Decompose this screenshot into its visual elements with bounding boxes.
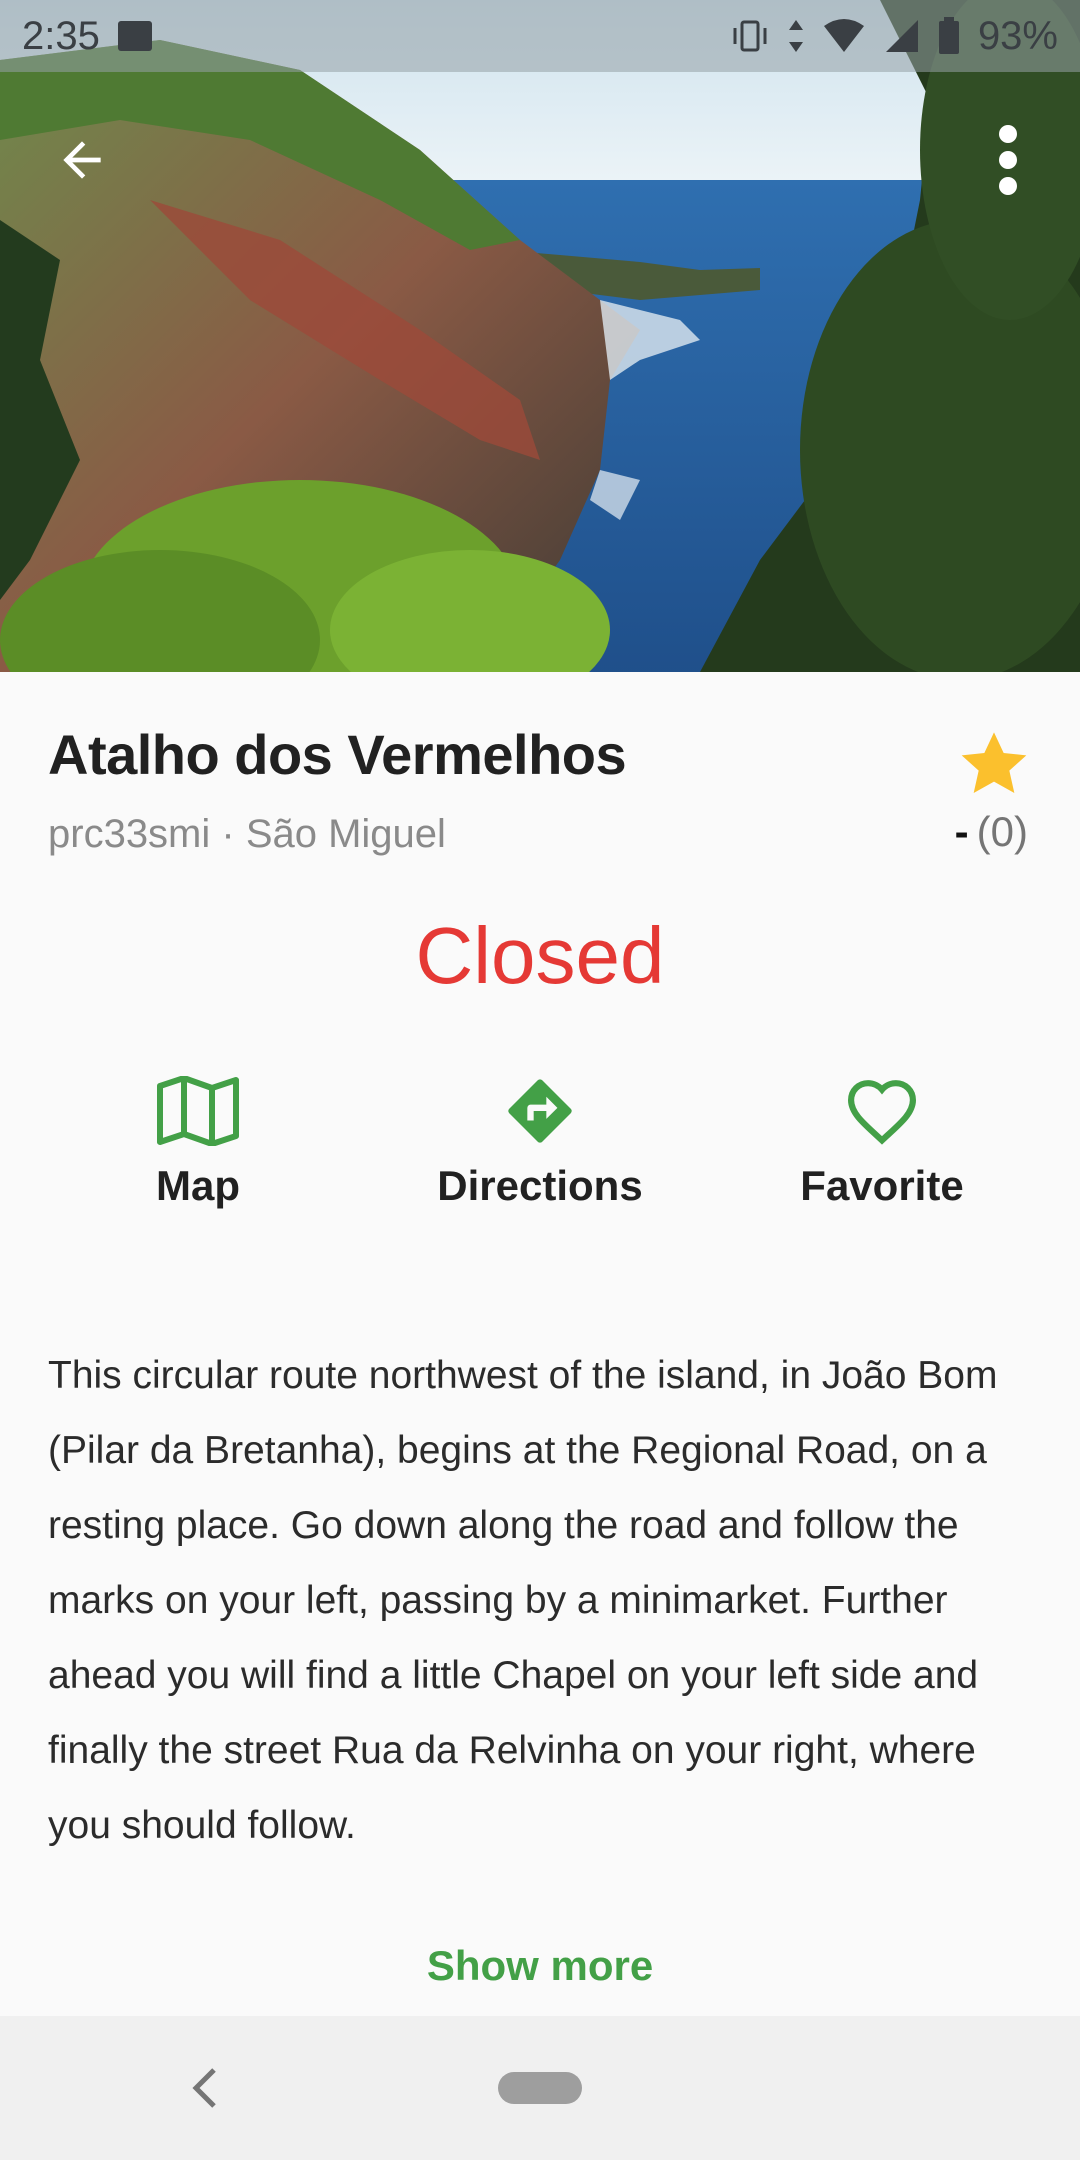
battery-percent: 93% <box>977 13 1058 58</box>
description: This circular route northwest of the isl… <box>48 1354 998 1847</box>
rating-count: (0) <box>976 808 1028 855</box>
map-label: Map <box>156 1162 240 1209</box>
back-button[interactable] <box>40 118 124 202</box>
image-icon <box>117 21 152 51</box>
directions-button[interactable]: Directions <box>390 1070 690 1210</box>
directions-icon <box>508 1079 572 1143</box>
more-options-button[interactable] <box>968 118 1048 202</box>
battery-icon <box>938 17 959 54</box>
place-subtitle: prc33smi · São Miguel <box>48 812 446 856</box>
status-time: 2:35 <box>22 13 100 58</box>
map-icon <box>157 1076 239 1146</box>
favorite-button[interactable]: Favorite <box>732 1070 1032 1210</box>
data-arrows-icon <box>788 20 803 52</box>
directions-label: Directions <box>437 1162 643 1209</box>
heart-outline-icon <box>847 1080 917 1145</box>
rating: - (0) <box>955 808 1028 856</box>
star-icon[interactable] <box>952 724 1036 804</box>
nav-back-icon[interactable] <box>186 2066 226 2110</box>
signal-icon <box>885 20 918 52</box>
map-button[interactable]: Map <box>48 1070 348 1210</box>
status-bar: 2:35 93% <box>0 0 1080 72</box>
vibrate-icon <box>733 20 767 52</box>
place-title: Atalho dos Vermelhos <box>48 723 627 786</box>
favorite-label: Favorite <box>800 1162 964 1209</box>
hero-image: 2:35 93% <box>0 0 1080 672</box>
home-pill[interactable] <box>498 2072 582 2104</box>
system-nav-bar <box>0 2016 1080 2160</box>
open-status: Closed <box>415 911 665 1000</box>
wifi-icon <box>823 19 864 52</box>
arrow-back-icon <box>63 141 101 179</box>
rating-value: - <box>954 808 969 855</box>
show-more-link[interactable]: Show more <box>0 1942 1080 1990</box>
more-vert-icon <box>999 125 1017 195</box>
